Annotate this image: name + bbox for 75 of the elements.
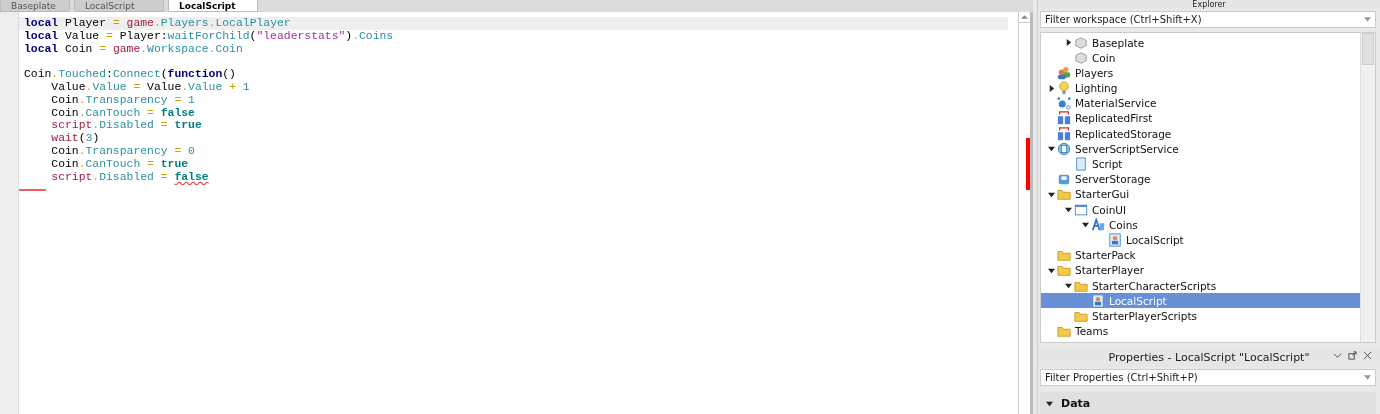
expand-arrow-icon[interactable]	[1047, 84, 1055, 92]
filter-field[interactable]: Filter workspace (Ctrl+Shift+X)	[1040, 11, 1376, 28]
code-line: local Value = Player:waitForChild("leaderstats").Coins	[23, 29, 395, 43]
dropdown-caret-icon[interactable]	[1364, 16, 1371, 22]
editor-tab[interactable]: LocalScript	[74, 0, 164, 12]
error-marker	[1026, 138, 1030, 190]
code-line: script.Disabled = false	[50, 170, 210, 184]
scrollbar[interactable]	[1360, 32, 1375, 343]
editor-tab[interactable]: Baseplate	[0, 0, 70, 12]
folder-icon	[1057, 324, 1071, 339]
light-bulb-icon	[1057, 81, 1071, 96]
close-icon[interactable]	[1363, 351, 1372, 361]
tree-item[interactable]: Teams	[1041, 323, 1360, 339]
collapse-arrow-icon[interactable]	[1047, 145, 1055, 153]
collapse-arrow-icon[interactable]	[1064, 282, 1072, 290]
collapse-arrow-icon[interactable]	[1047, 190, 1055, 198]
script-service-icon	[1057, 141, 1071, 156]
tree-item[interactable]: Players	[1041, 65, 1360, 81]
tree-item[interactable]: StarterPlayer	[1041, 262, 1360, 278]
tree-item[interactable]: Baseplate	[1041, 34, 1360, 51]
tree-item[interactable]: CoinUI	[1041, 202, 1360, 218]
storage-icon	[1057, 126, 1071, 141]
local-script-icon	[1108, 233, 1122, 247]
expand-arrow-icon[interactable]	[1064, 39, 1072, 47]
storage-icon	[1057, 172, 1071, 187]
local-script-icon	[1091, 293, 1105, 308]
folder-icon	[1057, 187, 1071, 202]
tree-item[interactable]: ServerScriptService	[1041, 141, 1360, 157]
tree-item[interactable]: LocalScript	[1041, 232, 1360, 248]
brick-icon	[1074, 50, 1088, 65]
editor-tab[interactable]: LocalScript	[168, 0, 258, 12]
tree-item[interactable]: Coin	[1041, 50, 1360, 66]
collapse-arrow-icon[interactable]	[1064, 206, 1072, 214]
tree-item[interactable]: StarterGui	[1041, 186, 1360, 202]
tree-item[interactable]: Coins	[1041, 217, 1360, 233]
scroll-up-icon[interactable]	[1021, 15, 1028, 19]
chevron-icon[interactable]	[1333, 351, 1342, 361]
scrollbar[interactable]	[1018, 12, 1033, 414]
tree-item[interactable]: StarterPack	[1041, 247, 1360, 263]
panel-title: Properties - LocalScript "LocalScript"	[1108, 350, 1310, 364]
window-icon	[1074, 202, 1088, 217]
tree-item[interactable]: StarterPlayerScripts	[1041, 308, 1360, 324]
folder-icon	[1057, 263, 1071, 278]
code-line: local Coin = game.Workspace.Coin	[23, 42, 244, 56]
code-line: Coin.CanTouch = false	[50, 106, 196, 120]
code-line: script.Disabled = true	[50, 119, 203, 133]
code-line: Value.Value = Value.Value + 1	[50, 81, 251, 94]
category-label: Data	[1061, 396, 1091, 410]
dropdown-caret-icon[interactable]	[1364, 375, 1371, 381]
code-line: Coin.Transparency = 1	[50, 93, 196, 107]
script-icon	[1074, 157, 1088, 172]
tree-item[interactable]: ReplicatedFirst	[1041, 110, 1360, 127]
code-line: Coin.Transparency = 0	[50, 144, 196, 158]
text-label-icon	[1091, 217, 1105, 232]
code-line: wait(3)	[50, 132, 101, 145]
collapse-arrow-icon[interactable]	[1046, 399, 1053, 407]
code-line: Coin.CanTouch = true	[50, 157, 190, 171]
tree-item[interactable]: Script	[1041, 156, 1360, 172]
nodes-icon	[1057, 96, 1071, 111]
tree-item[interactable]: Lighting	[1041, 80, 1360, 96]
tree-item[interactable]: MaterialService	[1041, 95, 1360, 111]
tree-item[interactable]: ReplicatedStorage	[1041, 126, 1360, 142]
collapse-arrow-icon[interactable]	[1081, 221, 1089, 229]
code-line: Coin.Touched:Connect(function()	[23, 68, 237, 81]
folder-icon	[1057, 248, 1071, 263]
filter-field[interactable]: Filter Properties (Ctrl+Shift+P)	[1040, 369, 1376, 387]
category-header[interactable]: Data	[1040, 392, 1376, 414]
brick-icon	[1074, 35, 1088, 50]
people-icon	[1057, 65, 1071, 80]
undock-icon[interactable]	[1348, 351, 1357, 361]
tree-item[interactable]: ServerStorage	[1041, 171, 1360, 187]
storage-icon	[1057, 111, 1071, 126]
panel-title: Explorer	[1192, 0, 1226, 9]
collapse-arrow-icon[interactable]	[1047, 266, 1055, 274]
tree-item[interactable]: StarterCharacterScripts	[1041, 277, 1360, 294]
